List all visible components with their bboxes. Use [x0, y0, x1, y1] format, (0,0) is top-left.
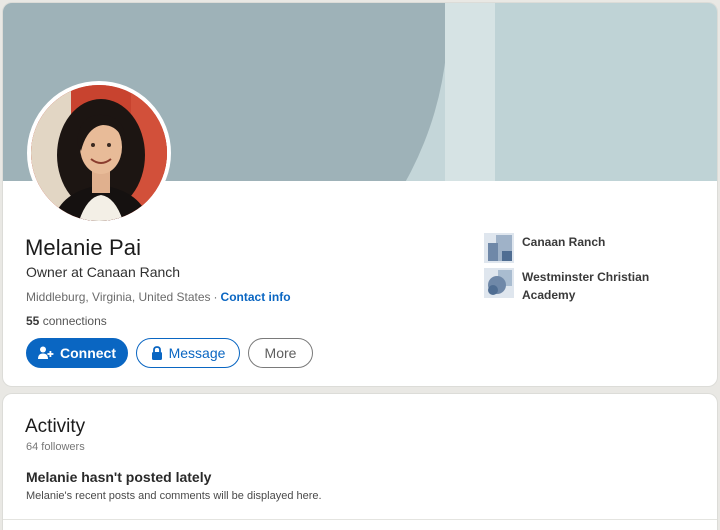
connect-label: Connect [60, 345, 116, 361]
connections-label: connections [42, 314, 107, 328]
more-label: More [264, 345, 297, 361]
divider [3, 519, 717, 520]
connections-count[interactable]: 55 connections [26, 314, 107, 328]
followers-count: 64 followers [26, 441, 85, 453]
connect-button[interactable]: Connect [26, 338, 128, 368]
profile-location: Middleburg, Virginia, United States [26, 290, 211, 304]
add-person-icon [38, 346, 54, 360]
activity-title: Activity [25, 416, 86, 437]
profile-photo [31, 85, 167, 221]
banner-stripe [445, 3, 495, 181]
message-label: Message [168, 345, 226, 361]
school-logo-icon [484, 268, 514, 298]
location-line: Middleburg, Virginia, United States · Cont… [26, 290, 291, 304]
profile-card: Melanie Pai Owner at Canaan Ranch Middle… [3, 3, 717, 386]
company-logo-icon [484, 233, 514, 263]
profile-headline: Owner at Canaan Ranch [26, 264, 181, 280]
org-item-canaan-ranch[interactable]: Canaan Ranch [484, 233, 672, 263]
activity-card: Activity 64 followers Melanie hasn't pos… [3, 394, 717, 530]
separator-dot: · [213, 290, 218, 304]
connections-number: 55 [26, 314, 40, 328]
empty-activity-title: Melanie hasn't posted lately [26, 469, 212, 485]
org-label: Canaan Ranch [522, 235, 606, 249]
org-item-westminster[interactable]: Westminster Christian Academy [484, 268, 672, 304]
more-button[interactable]: More [248, 338, 313, 368]
profile-actions: Connect Message More [26, 338, 313, 368]
profile-avatar[interactable] [27, 81, 171, 225]
message-button[interactable]: Message [136, 338, 240, 368]
profile-name: Melanie Pai [25, 235, 142, 260]
lock-icon [151, 346, 163, 360]
banner-panel [495, 3, 717, 181]
org-label: Westminster Christian Academy [522, 270, 650, 302]
empty-activity-description: Melanie's recent posts and comments will… [26, 490, 322, 502]
contact-info-link[interactable]: Contact info [221, 290, 291, 304]
